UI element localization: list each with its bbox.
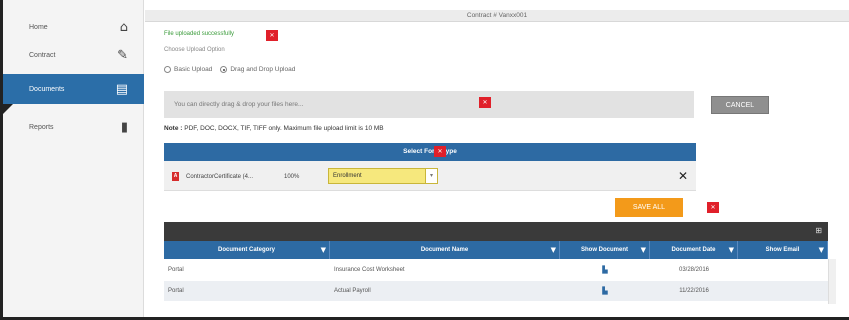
column-header-document-date[interactable]: Document Date ▼ xyxy=(650,241,738,259)
column-label: Document Category xyxy=(217,247,275,253)
success-message: File uploaded successfully xyxy=(164,31,235,37)
cell-category: Portal xyxy=(168,288,184,294)
file-dropzone[interactable]: You can directly drag & drop your files … xyxy=(164,91,694,118)
sidebar: Home ⌂ Contract ✎ Documents ▤ Reports ▮ xyxy=(3,0,144,317)
cell-show-email xyxy=(738,260,828,280)
view-document-icon[interactable]: ▙ xyxy=(602,266,607,274)
document-icon: ▤ xyxy=(115,81,128,97)
column-header-document-name[interactable]: Document Name ▼ xyxy=(330,241,560,259)
grid-scrollbar[interactable] xyxy=(828,259,836,304)
remove-file-button[interactable]: ✕ xyxy=(678,169,688,183)
cell-document-date: 03/28/2016 xyxy=(678,267,710,273)
column-label: Document Name xyxy=(420,247,469,253)
column-header-show-email[interactable]: Show Email ▼ xyxy=(738,241,828,259)
sidebar-item-label: Reports xyxy=(29,123,54,131)
home-icon: ⌂ xyxy=(119,19,128,35)
sidebar-item-label: Contract xyxy=(29,51,56,59)
radio-label: Basic Upload xyxy=(174,66,213,73)
pencil-icon: ✎ xyxy=(117,47,128,63)
cell-document-date: 11/22/2016 xyxy=(679,288,709,294)
grid-header: Document Category ▼ Document Name ▼ Show… xyxy=(164,241,828,259)
form-type-close-button[interactable]: ✕ xyxy=(434,146,446,157)
column-label: Show Email xyxy=(765,247,800,253)
export-icon[interactable]: ⊞ xyxy=(815,226,822,235)
radio-basic-upload[interactable]: Basic Upload xyxy=(164,66,212,73)
uploaded-file-row: A ContractorCertificate (4... 100% Enrol… xyxy=(164,161,696,191)
sidebar-item-label: Home xyxy=(29,23,48,31)
upload-percent: 100% xyxy=(284,174,300,180)
cell-document-name: Insurance Cost Worksheet xyxy=(334,267,405,273)
sidebar-item-label: Documents xyxy=(29,85,65,93)
file-name: ContractorCertificate (4... xyxy=(186,174,254,180)
grid-toolbar: ⊞ xyxy=(164,222,828,241)
filter-icon[interactable]: ▼ xyxy=(641,241,646,259)
note-text: PDF, DOC, DOCX, TIF, TIFF only. Maximum … xyxy=(184,125,384,132)
sidebar-item-reports[interactable]: Reports ▮ xyxy=(3,112,144,142)
form-type-header: Select Form Type xyxy=(164,143,696,161)
filter-icon[interactable]: ▼ xyxy=(819,241,824,259)
radio-circle[interactable] xyxy=(220,66,228,73)
table-row[interactable]: Portal Actual Payroll ▙ 11/22/2016 xyxy=(164,281,828,301)
cell-show-document: ▙ xyxy=(560,281,650,301)
clear-dropzone-button[interactable]: ✕ xyxy=(479,97,491,108)
radio-drag-drop-upload[interactable]: Drag and Drop Upload xyxy=(220,66,295,73)
sidebar-item-documents[interactable]: Documents ▤ xyxy=(3,74,144,104)
cell-show-email xyxy=(738,281,828,301)
form-type-select[interactable]: Enrollment ▾ xyxy=(328,168,438,184)
view-document-icon[interactable]: ▙ xyxy=(602,287,607,295)
chevron-down-icon[interactable]: ▾ xyxy=(425,169,437,183)
cell-category: Portal xyxy=(168,267,184,273)
cell-document-name: Actual Payroll xyxy=(334,288,371,294)
form-type-selected: Enrollment xyxy=(333,173,362,179)
save-all-close-button[interactable]: ✕ xyxy=(707,202,719,213)
filter-icon[interactable]: ▼ xyxy=(551,241,556,259)
filter-icon[interactable]: ▼ xyxy=(729,241,734,259)
radio-label: Drag and Drop Upload xyxy=(230,66,296,73)
cancel-button[interactable]: CANCEL xyxy=(711,96,769,114)
save-all-button[interactable]: SAVE ALL xyxy=(615,198,683,217)
pdf-icon: A xyxy=(172,172,179,181)
active-indicator xyxy=(3,104,13,114)
cell-show-document: ▙ xyxy=(560,260,650,280)
main-content: Contract # Vanxx001 File uploaded succes… xyxy=(145,0,849,317)
sidebar-item-contract[interactable]: Contract ✎ xyxy=(3,40,144,70)
sidebar-item-home[interactable]: Home ⌂ xyxy=(3,12,144,42)
column-header-show-document[interactable]: Show Document ▼ xyxy=(560,241,650,259)
column-header-document-category[interactable]: Document Category ▼ xyxy=(164,241,330,259)
filter-icon[interactable]: ▼ xyxy=(321,241,326,259)
radio-circle[interactable] xyxy=(164,66,171,73)
upload-option-label: Choose Upload Option xyxy=(164,47,225,53)
upload-option-group: Basic Upload Drag and Drop Upload xyxy=(164,66,295,73)
column-label: Document Date xyxy=(671,247,716,253)
note-label: Note : xyxy=(164,125,183,132)
dismiss-success-button[interactable]: ✕ xyxy=(266,30,278,41)
upload-note: Note : PDF, DOC, DOCX, TIF, TIFF only. M… xyxy=(164,125,384,132)
page-title: Contract # Vanxx001 xyxy=(145,10,849,22)
table-row[interactable]: Portal Insurance Cost Worksheet ▙ 03/28/… xyxy=(164,260,828,280)
column-label: Show Document xyxy=(580,247,628,253)
bar-chart-icon: ▮ xyxy=(120,119,128,135)
